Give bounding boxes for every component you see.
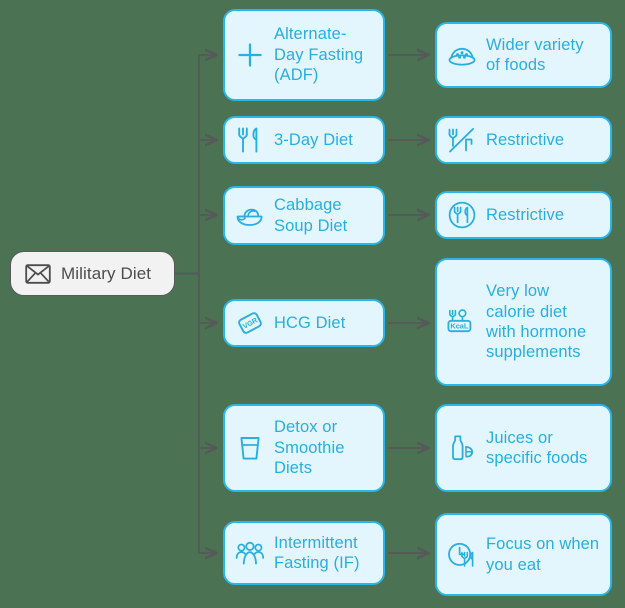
diet-node-label: Alternate-Day Fasting (ADF) — [274, 25, 364, 85]
diet-node-label: HCG Diet — [274, 313, 346, 332]
fork-knife-icon — [235, 125, 265, 155]
outcome-node-restrictive-1[interactable]: Restrictive — [435, 116, 612, 164]
kcal-icon: KcaL — [447, 307, 477, 337]
glass-icon — [235, 433, 265, 463]
diet-node-3-day-diet[interactable]: 3-Day Diet — [223, 116, 385, 164]
root-node-military-diet[interactable]: Military Diet — [10, 251, 175, 296]
outcome-node-focus-on-when-you-eat[interactable]: Focus on when you eat — [435, 513, 612, 596]
mindmap-canvas: Military Diet Alternate-Day Fasting (ADF… — [0, 0, 625, 608]
outcome-node-label: Juices or specific foods — [486, 428, 588, 467]
clock-cutlery-icon — [447, 540, 477, 570]
diet-node-hcg-diet[interactable]: VGR HCG Diet — [223, 299, 385, 347]
diet-node-intermittent-fasting[interactable]: Intermittent Fasting (IF) — [223, 521, 385, 585]
outcome-node-label: Focus on when you eat — [486, 535, 600, 574]
svg-text:KcaL: KcaL — [450, 322, 469, 331]
diet-node-label: Intermittent Fasting (IF) — [274, 533, 360, 572]
root-node-label: Military Diet — [61, 263, 152, 283]
soup-bowl-icon — [235, 201, 265, 231]
diet-node-label: Cabbage Soup Diet — [274, 196, 348, 235]
outcome-node-very-low-calorie-diet[interactable]: KcaL Very low calorie diet with hormone … — [435, 258, 612, 386]
fork-knife-slash-icon — [447, 125, 477, 155]
plus-icon — [235, 40, 265, 70]
bottle-lemon-icon — [447, 433, 477, 463]
outcome-node-label: Wider variety of foods — [486, 35, 584, 74]
outcome-node-label: Restrictive — [486, 205, 565, 224]
plate-of-food-icon — [447, 40, 477, 70]
diet-node-label: 3-Day Diet — [274, 130, 353, 149]
plate-circle-icon — [447, 200, 477, 230]
people-group-icon — [235, 538, 265, 568]
outcome-node-juices-or-specific-foods[interactable]: Juices or specific foods — [435, 404, 612, 492]
outcome-node-restrictive-2[interactable]: Restrictive — [435, 191, 612, 239]
outcome-node-label: Very low calorie diet with hormone suppl… — [486, 282, 587, 362]
diet-node-cabbage-soup-diet[interactable]: Cabbage Soup Diet — [223, 186, 385, 245]
outcome-node-wider-variety-of-foods[interactable]: Wider variety of foods — [435, 22, 612, 88]
diet-node-detox-or-smoothie-diets[interactable]: Detox or Smoothie Diets — [223, 404, 385, 492]
outcome-node-label: Restrictive — [486, 130, 565, 149]
supplement-label-icon: VGR — [235, 308, 265, 338]
diet-node-label: Detox or Smoothie Diets — [274, 418, 345, 478]
diet-node-alternate-day-fasting[interactable]: Alternate-Day Fasting (ADF) — [223, 9, 385, 101]
envelope-icon — [25, 261, 51, 287]
